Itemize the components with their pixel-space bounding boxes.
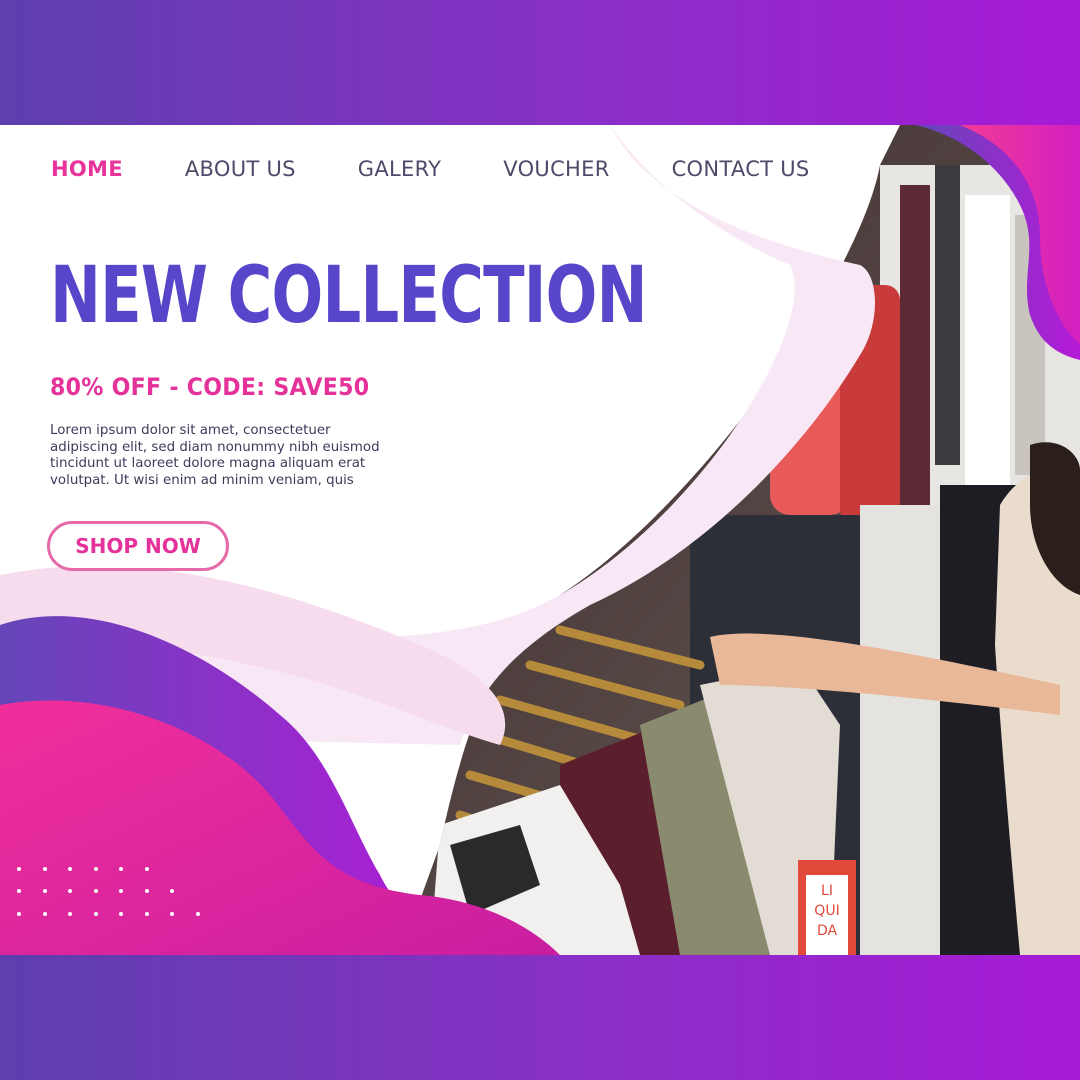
hero-title: NEW COLLECTION (50, 251, 648, 341)
decorative-dots (13, 867, 213, 927)
nav-item-voucher[interactable]: VOUCHER (503, 157, 609, 181)
hero-description: Lorem ipsum dolor sit amet, consectetuer… (50, 423, 380, 488)
price-tag: LI QUI DA (814, 883, 839, 939)
bottom-band (0, 955, 1080, 1080)
price-tag-text: LI QUI DA (814, 883, 839, 939)
nav-item-contact-us[interactable]: CONTACT US (672, 157, 810, 181)
nav-item-home[interactable]: HOME (51, 157, 123, 181)
top-band (0, 0, 1080, 125)
promo-code-text: 80% OFF - CODE: SAVE50 (50, 373, 370, 401)
hero-banner: HOME ABOUT US GALERY VOUCHER CONTACT US … (0, 125, 1080, 955)
nav-item-galery[interactable]: GALERY (358, 157, 441, 181)
shop-now-button[interactable]: SHOP NOW (47, 521, 229, 571)
nav-item-about-us[interactable]: ABOUT US (185, 157, 296, 181)
main-nav: HOME ABOUT US GALERY VOUCHER CONTACT US (51, 157, 810, 181)
